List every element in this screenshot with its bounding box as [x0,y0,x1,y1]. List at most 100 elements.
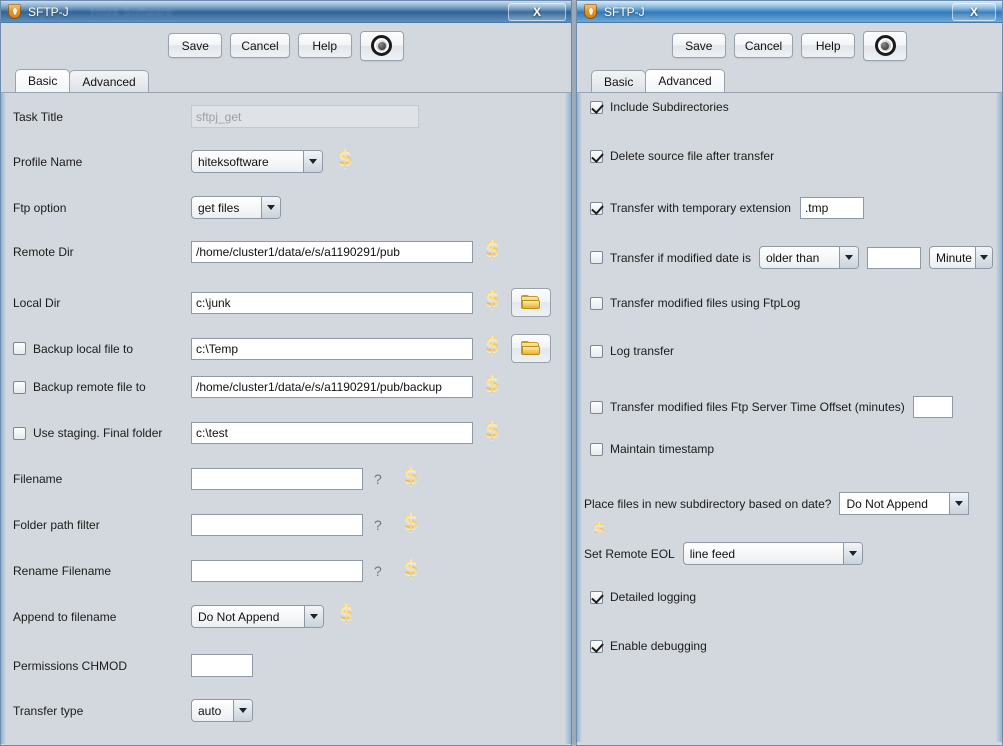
cancel-button[interactable]: Cancel [230,33,290,58]
row-subdirectory-date-dollar [593,521,606,533]
backup-remote-input[interactable]: /home/cluster1/data/e/s/a1190291/pub/bac… [191,376,473,398]
left-window-titlebar[interactable]: SFTP-J Hitek Software X [1,1,571,23]
filename-label: Filename [13,472,63,486]
log-transfer-checkbox[interactable] [590,344,603,358]
dollar-icon[interactable] [404,466,419,490]
right-panel-advanced: Include Subdirectories Delete source fil… [577,92,1002,742]
row-backup-local: Backup local file to c:\Temp [13,334,551,363]
cancel-button[interactable]: Cancel [733,33,794,58]
log-transfer-label: Log transfer [610,344,675,358]
use-staging-checkbox[interactable] [13,426,26,440]
right-window-titlebar[interactable]: SFTP-J X [577,1,1002,23]
permissions-chmod-label: Permissions CHMOD [13,658,128,673]
folder-path-filter-input[interactable] [191,514,363,536]
dollar-icon[interactable] [593,521,606,533]
filename-help-icon[interactable]: ? [374,471,382,487]
dollar-icon[interactable] [485,335,500,359]
subdirectory-date-combobox[interactable]: Do Not Append [839,492,970,515]
local-dir-browse-button[interactable] [511,288,551,317]
temp-extension-input[interactable]: .tmp [799,197,864,219]
settings-button[interactable] [359,30,404,61]
folder-path-filter-label: Folder path filter [13,518,100,532]
chevron-down-icon[interactable] [838,247,858,268]
dollar-icon[interactable] [339,603,354,627]
append-filename-combobox[interactable]: Do Not Append [191,605,324,628]
dollar-icon[interactable] [485,239,500,263]
left-tab-row: Basic Advanced [1,68,571,92]
modified-date-unit-combobox[interactable]: Minute [928,246,993,269]
ftplog-label: Transfer modified files using FtpLog [610,296,801,310]
time-offset-input[interactable] [912,396,953,418]
append-filename-label: Append to filename [13,609,117,624]
left-panel-basic: Task Title sftpj_get Profile Name hiteks… [1,92,571,744]
target-icon [874,35,896,56]
panel-right-edge [565,93,571,744]
rename-filename-label: Rename Filename [13,564,112,578]
task-title-input[interactable]: sftpj_get [191,105,419,128]
rename-filename-input[interactable] [191,560,363,582]
local-dir-input[interactable]: c:\junk [191,291,473,314]
chevron-down-icon[interactable] [974,247,992,268]
filename-input[interactable] [191,468,363,490]
time-offset-checkbox[interactable] [590,400,603,414]
transfer-type-combobox[interactable]: auto [191,699,253,722]
dollar-icon[interactable] [485,374,500,398]
modified-date-amount-input[interactable] [866,246,921,269]
ftplog-checkbox[interactable] [590,296,603,310]
use-staging-input[interactable]: c:\test [191,422,473,444]
tab-basic[interactable]: Basic [15,69,71,92]
folder-path-filter-help-icon[interactable]: ? [374,517,382,533]
delete-source-checkbox[interactable] [590,149,603,163]
tab-advanced[interactable]: Advanced [69,70,149,92]
row-rename-filename: Rename Filename ? [13,558,419,582]
detailed-logging-checkbox[interactable] [590,590,603,604]
subdirectory-date-value: Do Not Append [840,496,950,511]
permissions-chmod-input[interactable] [191,654,253,677]
backup-remote-label: Backup remote file to [33,380,146,394]
backup-local-input[interactable]: c:\Temp [191,337,473,360]
modified-date-compare-combobox[interactable]: older than [758,246,859,269]
sftpj-basic-window: SFTP-J Hitek Software X Save Cancel Help… [0,0,572,746]
chevron-down-icon[interactable] [304,606,323,627]
backup-local-browse-button[interactable] [511,334,551,363]
temp-extension-checkbox[interactable] [590,201,603,215]
row-append-filename: Append to filename Do Not Append [13,603,354,628]
backup-local-checkbox[interactable] [13,342,26,355]
help-button[interactable]: Help [297,33,352,58]
chevron-down-icon[interactable] [233,700,252,721]
save-button[interactable]: Save [168,33,223,58]
maintain-timestamp-checkbox[interactable] [590,442,603,456]
enable-debugging-checkbox[interactable] [590,639,603,653]
shield-icon [583,3,599,20]
chevron-down-icon[interactable] [303,151,322,172]
backup-remote-checkbox[interactable] [13,380,26,394]
dollar-icon[interactable] [404,512,419,536]
include-subdirectories-checkbox[interactable] [590,100,603,114]
dollar-icon[interactable] [338,148,353,172]
right-toolbar: Save Cancel Help [577,23,1002,68]
modified-date-checkbox[interactable] [590,251,603,264]
chevron-down-icon[interactable] [949,493,969,514]
tab-basic[interactable]: Basic [591,70,647,92]
row-delete-source: Delete source file after transfer [590,149,774,163]
remote-dir-input[interactable]: /home/cluster1/data/e/s/a1190291/pub [191,241,473,263]
row-remote-dir: Remote Dir /home/cluster1/data/e/s/a1190… [13,239,500,263]
ftp-option-combobox[interactable]: get files [191,196,281,219]
dollar-icon[interactable] [485,420,500,444]
chevron-down-icon[interactable] [261,197,280,218]
profile-name-label: Profile Name [13,154,83,169]
chevron-down-icon[interactable] [842,543,862,564]
dollar-icon[interactable] [404,558,419,582]
close-button[interactable]: X [508,3,566,21]
shield-icon [7,3,23,20]
settings-button[interactable] [863,30,908,61]
rename-filename-help-icon[interactable]: ? [374,563,382,579]
help-button[interactable]: Help [801,33,856,58]
remote-eol-combobox[interactable]: line feed [682,542,863,565]
dollar-icon[interactable] [485,289,500,313]
tab-advanced[interactable]: Advanced [645,69,725,92]
save-button[interactable]: Save [671,33,726,58]
close-button[interactable]: X [952,3,996,21]
profile-name-combobox[interactable]: hiteksoftware [191,150,323,173]
row-ftplog: Transfer modified files using FtpLog [590,296,800,310]
